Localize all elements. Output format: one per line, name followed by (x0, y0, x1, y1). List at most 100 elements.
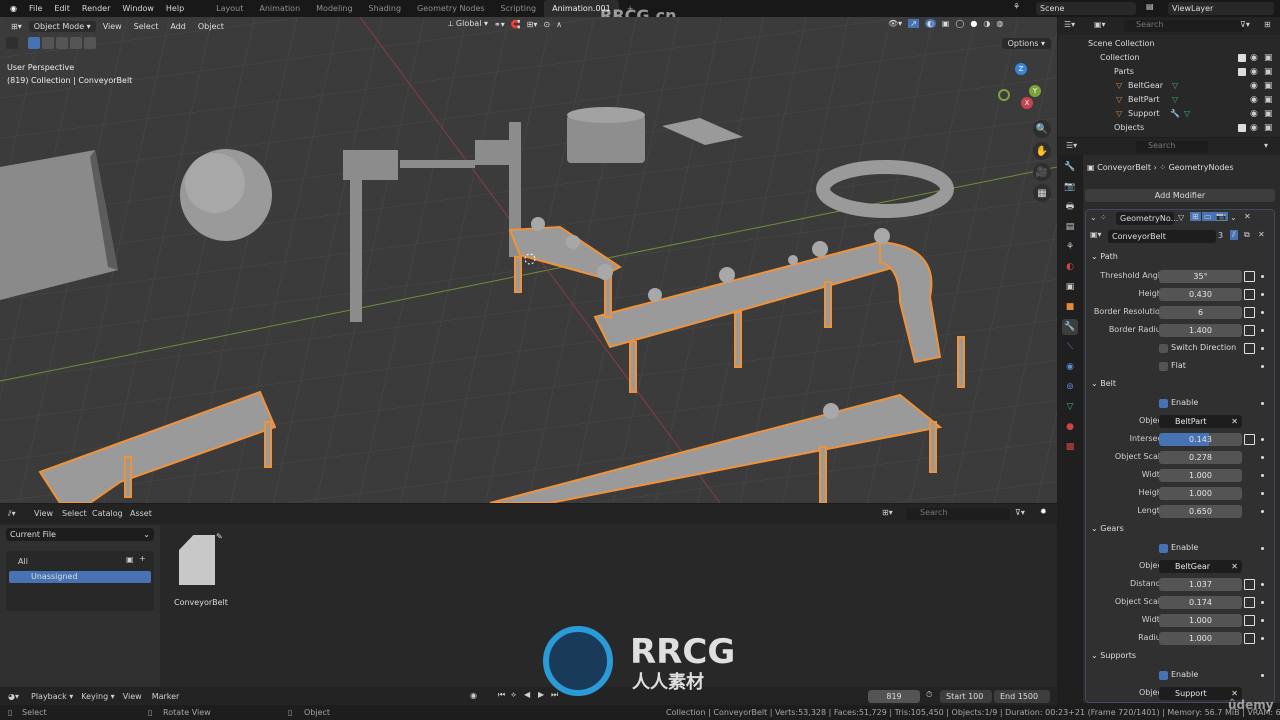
gears-section-header[interactable]: ⌄ Gears (1085, 521, 1278, 537)
keyframe-dot-icon[interactable] (1261, 347, 1264, 350)
collapse-chevron-icon[interactable]: ⌄ (1090, 213, 1097, 222)
node-group-field[interactable]: ConveyorBelt (1108, 230, 1216, 243)
modifier-tab-icon[interactable]: 🔧 (1062, 319, 1078, 335)
3d-viewport[interactable]: ⊞▾ Object Mode ▾ View Select Add Object … (0, 17, 1057, 503)
modifier-name-field[interactable]: GeometryNo... (1116, 212, 1178, 225)
asset-menu-view[interactable]: View (34, 509, 53, 518)
keyframe-dot-icon[interactable] (1261, 674, 1264, 677)
asset-filter-icon[interactable]: ⊽▾ (1015, 508, 1025, 517)
eye-icon[interactable]: ◉ (1250, 107, 1258, 121)
timeline-editor-icon[interactable]: ◕▾ (8, 692, 19, 701)
asset-item[interactable]: ✎ ConveyorBelt (170, 532, 228, 612)
auto-keying-icon[interactable]: ◉ (470, 691, 477, 700)
timeline-view-menu[interactable]: View (123, 692, 142, 701)
viewport-menu-add[interactable]: Add (165, 21, 191, 32)
outliner-search-input[interactable]: Search (1124, 20, 1244, 32)
belt-object-field[interactable]: BeltPart ✕ (1159, 415, 1242, 428)
belt-length-field[interactable]: 0.650 (1159, 505, 1242, 518)
add-modifier-button[interactable]: Add Modifier (1085, 189, 1275, 202)
mesh-data-icon[interactable]: ▽ (1184, 107, 1190, 121)
material-shading-icon[interactable]: ◑ (983, 19, 990, 28)
snap-icon[interactable]: 🧲 (511, 20, 521, 29)
blender-logo-icon[interactable]: ◉ (4, 4, 23, 13)
asset-menu-catalog[interactable]: Catalog (92, 509, 123, 518)
keyframe-dot-icon[interactable] (1261, 293, 1264, 296)
rendered-shading-icon[interactable]: ◍ (996, 19, 1003, 28)
input-attribute-toggle-icon[interactable] (1244, 289, 1255, 300)
modifier-menu-icon[interactable]: ⌄ (1230, 213, 1237, 222)
tab-animation[interactable]: Animation (251, 0, 308, 17)
scene-selector[interactable]: Scene (1036, 2, 1136, 15)
playback-menu[interactable]: Playback ▾ (31, 692, 73, 701)
select-new-icon[interactable] (28, 37, 40, 49)
exclude-checkbox[interactable] (1238, 68, 1246, 76)
render-tab-icon[interactable]: 📷 (1062, 179, 1078, 195)
cage-toggle-icon[interactable]: ⊞ (1190, 212, 1201, 221)
path-section-header[interactable]: ⌄ Path (1085, 249, 1278, 265)
exclude-checkbox[interactable] (1238, 124, 1246, 132)
world-tab-icon[interactable]: ◐ (1062, 259, 1078, 275)
properties-search-input[interactable]: Search (1136, 141, 1208, 153)
input-attribute-toggle-icon[interactable] (1244, 325, 1255, 336)
marker-menu[interactable]: Marker (152, 692, 180, 701)
height-field[interactable]: 0.430 (1159, 288, 1242, 301)
jump-end-icon[interactable]: ⏭ (551, 690, 558, 700)
gizmo-z[interactable]: Z (1015, 63, 1027, 75)
xray-icon[interactable]: ▣ (942, 19, 950, 28)
physics-tab-icon[interactable]: ◉ (1062, 359, 1078, 375)
render-camera-icon[interactable]: ▣ (1264, 65, 1273, 79)
tab-modeling[interactable]: Modeling (308, 0, 360, 17)
keyframe-dot-icon[interactable] (1261, 456, 1264, 459)
play-icon[interactable]: ▶ (538, 690, 544, 699)
properties-editor-icon[interactable]: ☰▾ (1066, 141, 1077, 150)
belt-height-field[interactable]: 1.000 (1159, 487, 1242, 500)
mesh-data-icon[interactable]: ▽ (1172, 79, 1178, 93)
tab-scripting[interactable]: Scripting (493, 0, 545, 17)
eye-icon[interactable]: ◉ (1250, 65, 1258, 79)
output-tab-icon[interactable]: 🖶 (1062, 199, 1078, 215)
input-attribute-toggle-icon[interactable] (1244, 343, 1255, 354)
play-reverse-icon[interactable]: ◀ (524, 690, 530, 699)
constraints-tab-icon[interactable]: ⊚ (1062, 379, 1078, 395)
gears-width-field[interactable]: 1.000 (1159, 614, 1242, 627)
supports-section-header[interactable]: ⌄ Supports (1085, 648, 1278, 664)
solid-shading-icon[interactable]: ● (970, 19, 977, 28)
select-invert-icon[interactable] (70, 37, 82, 49)
particles-tab-icon[interactable]: ⟍ (1062, 339, 1078, 355)
editor-type-icon[interactable]: ⊞▾ (6, 21, 27, 32)
tab-layout[interactable]: Layout (208, 0, 251, 17)
clear-object-icon[interactable]: ✕ (1231, 415, 1238, 428)
view-layer-selector[interactable]: ViewLayer (1168, 2, 1274, 15)
border-radius-field[interactable]: 1.400 (1159, 324, 1242, 337)
outliner-item-beltpart[interactable]: ▽ BeltPart ▽ ◉ ▣ (1058, 93, 1280, 107)
gears-enable-checkbox[interactable] (1159, 544, 1168, 553)
render-toggle-icon[interactable]: 📷 (1214, 212, 1228, 221)
properties-options-icon[interactable]: ▾ (1264, 141, 1268, 150)
save-catalogs-icon[interactable]: ▣ (126, 555, 134, 564)
duplicate-icon[interactable]: ⧉ (1244, 230, 1250, 240)
eye-icon[interactable]: ◉ (1250, 79, 1258, 93)
viewport-menu-object[interactable]: Object (193, 21, 229, 32)
outliner-filter-mode-icon[interactable]: ▣▾ (1094, 20, 1106, 29)
input-attribute-toggle-icon[interactable] (1244, 615, 1255, 626)
stopwatch-icon[interactable]: ⏱ (926, 690, 932, 700)
scene-icon[interactable]: ⚘ (1013, 2, 1020, 11)
object-tab-icon[interactable]: ■ (1062, 299, 1078, 315)
gizmo-neg-y[interactable] (998, 89, 1010, 101)
view-layer-icon[interactable]: ▤ (1146, 2, 1154, 11)
start-frame-field[interactable]: Start 100 (940, 690, 992, 703)
mode-selector[interactable]: Object Mode ▾ (28, 20, 96, 32)
gizmo-toggle-icon[interactable]: ↗ (908, 19, 919, 28)
end-frame-field[interactable]: End 1500 (994, 690, 1050, 703)
overlay-toggle-icon[interactable]: ◐ (924, 19, 936, 28)
input-attribute-toggle-icon[interactable] (1244, 271, 1255, 282)
camera-view-icon[interactable]: 🎥 (1033, 163, 1051, 181)
menu-window[interactable]: Window (116, 4, 160, 13)
viewport-menu-view[interactable]: View (98, 21, 127, 32)
menu-file[interactable]: File (23, 4, 48, 13)
wireframe-shading-icon[interactable]: ◯ (955, 19, 964, 28)
render-camera-icon[interactable]: ▣ (1264, 79, 1273, 93)
unlink-icon[interactable]: ✕ (1258, 230, 1265, 239)
asset-library-selector[interactable]: Current File ⌄ (6, 528, 154, 541)
pan-view-icon[interactable]: ✋ (1033, 142, 1051, 160)
